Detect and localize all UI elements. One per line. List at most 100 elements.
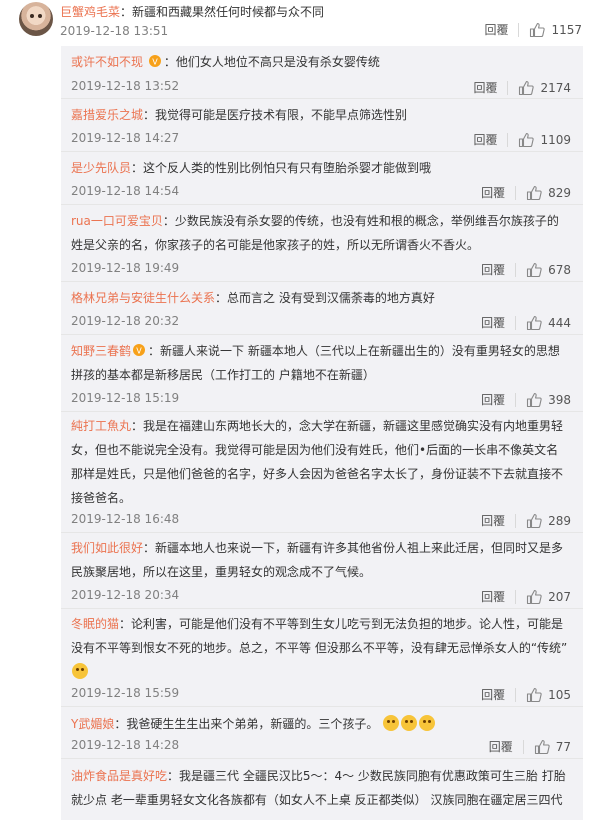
reply-text-line: 没有不平等到恨女不死的地步。总之，不平等 但没那么不平等，没有肆无忌惮杀女人的“… <box>71 641 568 655</box>
divider <box>61 204 583 205</box>
like-button[interactable]: 678 <box>526 262 571 278</box>
like-count: 105 <box>548 687 571 702</box>
like-count: 207 <box>548 589 571 604</box>
reply-username[interactable]: Y武媚娘 <box>71 717 114 731</box>
reply-time: 2019-12-18 14:54 <box>71 184 180 198</box>
thumbs-up-icon <box>534 739 550 754</box>
divider <box>61 532 583 533</box>
reply-text: 总而言之 没有受到汉儒荼毒的地方真好 <box>227 291 435 305</box>
divider <box>61 411 583 412</box>
reply-list: 或许不如不现 V ：他们女人地位不高只是没有杀女婴传统 2019-12-18 13… <box>61 46 583 820</box>
like-button[interactable]: 1157 <box>529 22 582 38</box>
smiley-face-icon <box>419 715 436 731</box>
reply-button[interactable]: 回覆 <box>481 314 505 331</box>
reply-time: 2019-12-18 13:52 <box>71 79 180 93</box>
reply-button[interactable]: 回覆 <box>481 686 505 703</box>
reply-button[interactable]: 回覆 <box>473 131 497 148</box>
thumbs-up-icon <box>527 262 542 277</box>
reply-text: 我爸硬生生生出来个弟弟，新疆的。三个孩子。 <box>126 717 379 731</box>
comment-actions: 回覆 1157 <box>484 21 582 38</box>
like-button[interactable]: 289 <box>526 513 571 529</box>
like-count: 77 <box>555 739 571 754</box>
like-button[interactable]: 77 <box>534 739 571 755</box>
divider <box>61 706 583 707</box>
divider <box>61 151 583 152</box>
svg-text:V: V <box>152 58 158 67</box>
reply-username[interactable]: 油炸食品是真好吃 <box>71 769 167 783</box>
reply-username[interactable]: 知野三春鹤 <box>71 344 131 358</box>
like-button[interactable]: 105 <box>526 687 571 703</box>
like-button[interactable]: 829 <box>526 185 571 201</box>
like-count: 678 <box>548 262 571 277</box>
reply-time: 2019-12-18 15:19 <box>71 391 180 405</box>
divider <box>61 98 583 99</box>
reply-username[interactable]: 嘉措爱乐之城 <box>71 108 143 122</box>
reply-time: 2019-12-18 19:49 <box>71 261 180 275</box>
reply-username[interactable]: 或许不如不现 <box>71 55 143 69</box>
reply-username[interactable]: 我们如此很好 <box>71 541 143 555</box>
like-button[interactable]: 2174 <box>518 80 571 96</box>
reply-username[interactable]: 純打工魚丸 <box>71 419 131 433</box>
reply-text-line: 姓是父亲的名，你家孩子的名可能是他家孩子的姓，所以无所谓香火不香火。 <box>71 238 480 252</box>
thumbs-up-icon <box>530 22 546 37</box>
reply-text-line: 那样是姓氏，只是他们爸爸的名字，好多人会因为爸爸名字太长了，身份证装不下去就直接… <box>71 467 564 481</box>
reply-text-line: 就少点 老一辈重男轻女文化各族都有（如女人不上桌 反正都类似） 汉族同胞在疆定居… <box>71 793 563 807</box>
reply-button[interactable]: 回覆 <box>481 588 505 605</box>
thumbs-up-icon <box>519 132 535 147</box>
like-count: 1109 <box>540 132 571 147</box>
comment-username[interactable]: 巨蟹鸡毛菜 <box>60 5 120 19</box>
main-comment: 巨蟹鸡毛菜：新疆和西藏果然任何时候都与众不同 2019-12-18 13:51 … <box>0 0 600 46</box>
reply-button[interactable]: 回覆 <box>484 21 508 38</box>
reply-time: 2019-12-18 16:48 <box>71 512 180 526</box>
divider <box>61 281 583 282</box>
like-count: 1157 <box>551 22 582 37</box>
like-button[interactable]: 398 <box>526 392 571 408</box>
thumbs-up-icon <box>527 392 542 407</box>
thumbs-up-icon <box>527 185 542 200</box>
reply-text: 这个反人类的性别比例怕只有只有堕胎杀婴才能做到哦 <box>143 161 432 175</box>
like-count: 289 <box>548 513 571 528</box>
reply-text-line: 女，但也不能说完全没有。我觉得可能是因为他们没有姓氏，他们•后面的一长串不像英文… <box>71 443 559 457</box>
svg-text:V: V <box>136 347 142 356</box>
reply-button[interactable]: 回覆 <box>481 184 505 201</box>
reply-text-line: 论利害，可能是他们没有不平等到生女儿吃亏到无法负担的地步。论人性，可能是 <box>131 617 564 631</box>
reply-text-line: 民族聚居地，所以在这里，重男轻女的观念成不了气候。 <box>71 565 372 579</box>
reply-text-line: 新疆本地人也来说一下，新疆有许多其他省份人祖上来此迁居，但同时又是多 <box>155 541 564 555</box>
fan-badge-icon: V <box>133 344 146 356</box>
like-button[interactable]: 444 <box>526 315 571 331</box>
avatar[interactable] <box>19 2 53 36</box>
divider <box>518 22 520 37</box>
thumbs-up-icon <box>527 513 542 528</box>
divider <box>61 758 583 759</box>
smiley-face-icon <box>383 715 400 731</box>
reply-time: 2019-12-18 20:32 <box>71 314 180 328</box>
reply-text-line: 接爸爸名。 <box>71 491 132 505</box>
like-button[interactable]: 1109 <box>518 132 571 148</box>
like-count: 398 <box>548 392 571 407</box>
reply-text-line: 我是疆三代 全疆民汉比5～：4～ 少数民族同胞有优惠政策可生三胎 打胎 <box>179 769 566 783</box>
reply-time: 2019-12-18 14:27 <box>71 131 180 145</box>
reply-button[interactable]: 回覆 <box>481 391 505 408</box>
reply-button[interactable]: 回覆 <box>481 512 505 529</box>
like-button[interactable]: 207 <box>526 589 571 605</box>
reply-username[interactable]: 是少先队员 <box>71 161 131 175</box>
like-count: 444 <box>548 315 571 330</box>
like-count: 829 <box>548 185 571 200</box>
reply-username[interactable]: 冬眠的猫 <box>71 617 119 631</box>
fan-badge-icon: V <box>148 55 161 67</box>
smiley-face-icon <box>72 663 88 679</box>
reply-text-line: 拼孩的基本都是新移居民（工作打工的 户籍地不在新疆） <box>71 368 375 382</box>
thumbs-up-icon <box>519 80 535 95</box>
reply-button[interactable]: 回覆 <box>489 738 513 755</box>
reply-button[interactable]: 回覆 <box>473 79 497 96</box>
reply-button[interactable]: 回覆 <box>481 261 505 278</box>
reply-username[interactable]: rua一口可爱宝贝 <box>71 214 163 228</box>
reply-username[interactable]: 格林兄弟与安徒生什么关系 <box>71 291 215 305</box>
smiley-face-icon <box>401 715 418 731</box>
like-count: 2174 <box>540 80 571 95</box>
reply-text-line: 我是在福建山东两地长大的，念大学在新疆，新疆这里感觉确实没有内地重男轻 <box>143 419 564 433</box>
reply-text-line: 新疆人来说一下 新疆本地人（三代以上在新疆出生的）没有重男轻女的思想 <box>160 344 560 358</box>
reply-text: 我觉得可能是医疗技术有限，不能早点筛选性别 <box>155 108 408 122</box>
thumbs-up-icon <box>527 589 542 604</box>
divider <box>61 608 583 609</box>
